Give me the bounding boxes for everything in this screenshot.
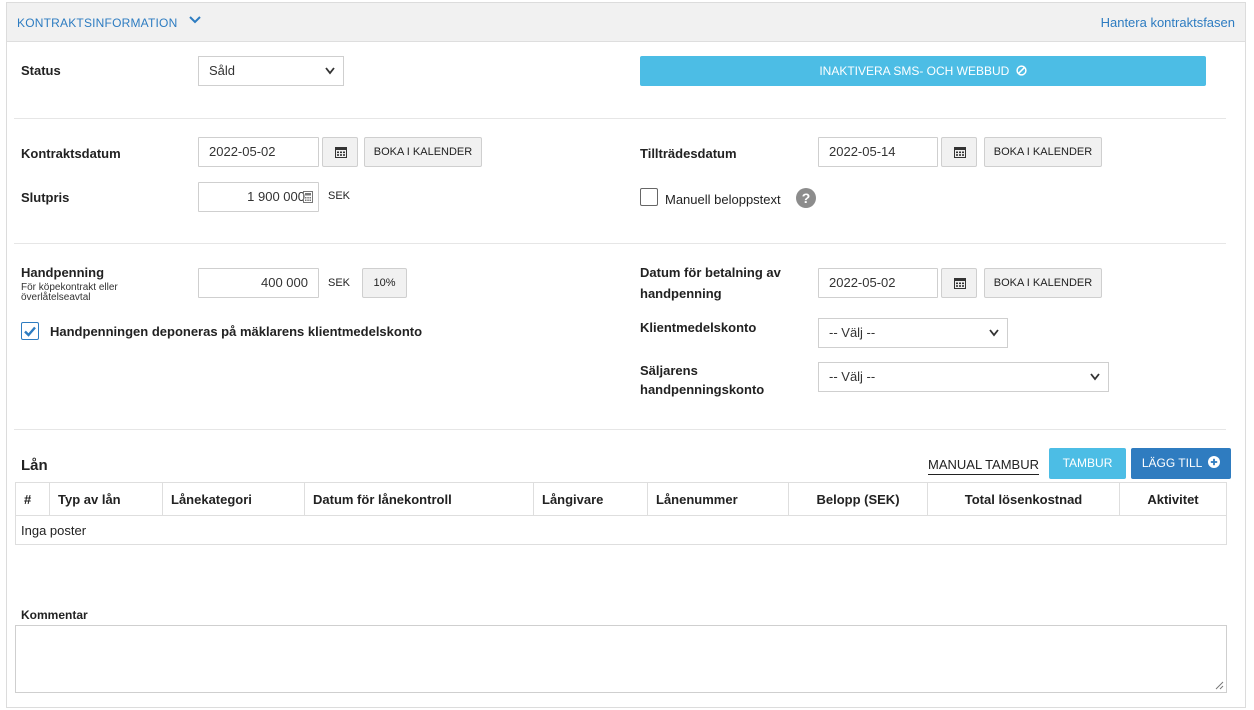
column-header[interactable]: # (15, 482, 50, 516)
price-currency: SEK (328, 190, 351, 202)
deposit-percent-button[interactable]: 10% (362, 268, 407, 298)
contract-panel: KONTRAKTSINFORMATION Hantera kontraktsfa… (6, 2, 1246, 708)
column-header[interactable]: Lånekategori (162, 482, 305, 516)
loans-table: # Typ av lån Lånekategori Datum för låne… (15, 482, 1227, 545)
deactivate-sms-web-label: INAKTIVERA SMS- OCH WEBBUD (819, 64, 1010, 78)
seller-account-select-value: -- Välj -- (829, 369, 876, 384)
deposit-payment-date-label-2: handpenning (640, 286, 722, 301)
calendar-icon (954, 147, 966, 158)
seller-account-label-2: handpenningskonto (640, 382, 765, 397)
column-header[interactable]: Långivare (533, 482, 648, 516)
divider (14, 118, 1226, 119)
manual-tambur-link[interactable]: MANUAL TAMBUR (928, 457, 1039, 475)
manage-contract-phase-link[interactable]: Hantera kontraktsfasen (1101, 15, 1235, 30)
deposit-payment-date-label-1: Datum för betalning av (640, 265, 781, 280)
status-select-value: Såld (209, 63, 236, 78)
add-loan-button[interactable]: LÄGG TILL (1131, 448, 1231, 479)
chevron-down-icon (325, 67, 335, 75)
seller-account-label-1: Säljarens (640, 363, 698, 378)
column-header[interactable]: Aktivitet (1119, 482, 1227, 516)
calendar-icon (335, 147, 347, 158)
access-date-calendar-button[interactable] (941, 137, 977, 167)
deposit-client-account-checkbox[interactable] (21, 322, 39, 340)
column-header[interactable]: Typ av lån (49, 482, 163, 516)
deposit-book-calendar-button[interactable]: BOKA I KALENDER (984, 268, 1102, 298)
status-select[interactable]: Såld (198, 56, 344, 86)
access-book-calendar-button[interactable]: BOKA I KALENDER (984, 137, 1102, 167)
deposit-client-account-label: Handpenningen deponeras på mäklarens kli… (50, 324, 423, 339)
plus-circle-icon (1208, 456, 1221, 468)
chevron-down-icon (1090, 373, 1100, 381)
resize-handle-icon[interactable] (1215, 681, 1224, 690)
ban-icon (1016, 65, 1027, 76)
table-row: Inga poster (15, 515, 1227, 545)
comment-label: Kommentar (21, 608, 88, 622)
chevron-down-icon[interactable] (188, 13, 202, 27)
client-account-label: Klientmedelskonto (640, 320, 757, 335)
checkmark-icon (24, 326, 36, 337)
divider (14, 429, 1226, 430)
loans-title: Lån (21, 457, 48, 474)
panel-header: KONTRAKTSINFORMATION Hantera kontraktsfa… (7, 3, 1245, 42)
status-label: Status (21, 63, 61, 78)
divider (14, 243, 1226, 244)
contract-book-calendar-button[interactable]: BOKA I KALENDER (364, 137, 482, 167)
table-header-row: # Typ av lån Lånekategori Datum för låne… (15, 482, 1227, 516)
contract-date-input[interactable]: 2022-05-02 (198, 137, 319, 167)
add-loan-label: LÄGG TILL (1141, 456, 1202, 470)
final-price-label: Slutpris (21, 190, 70, 205)
panel-title: KONTRAKTSINFORMATION (17, 16, 178, 30)
deposit-sublabel: För köpekontrakt eller överlåtelseavtal (21, 282, 118, 303)
contract-date-calendar-button[interactable] (322, 137, 358, 167)
deposit-label: Handpenning (21, 265, 105, 280)
empty-row-text: Inga poster (15, 515, 1227, 545)
column-header[interactable]: Total lösenkostnad (927, 482, 1120, 516)
help-icon[interactable]: ? (796, 188, 816, 208)
manual-amount-label: Manuell beloppstext (665, 192, 781, 207)
seller-account-select[interactable]: -- Välj -- (818, 362, 1109, 392)
manual-amount-checkbox[interactable] (640, 188, 658, 206)
tambur-button[interactable]: TAMBUR (1049, 448, 1126, 479)
calendar-icon (954, 278, 966, 289)
deposit-input[interactable]: 400 000 (198, 268, 319, 298)
calculator-icon[interactable] (303, 191, 313, 203)
client-account-select[interactable]: -- Välj -- (818, 318, 1008, 348)
deposit-payment-calendar-button[interactable] (941, 268, 977, 298)
deactivate-sms-web-button[interactable]: INAKTIVERA SMS- OCH WEBBUD (640, 56, 1206, 86)
access-date-input[interactable]: 2022-05-14 (818, 137, 938, 167)
comment-textarea[interactable] (15, 625, 1227, 693)
chevron-down-icon (989, 329, 999, 337)
column-header[interactable]: Belopp (SEK) (788, 482, 928, 516)
final-price-input[interactable]: 1 900 000 (198, 182, 319, 212)
access-date-label: Tillträdesdatum (640, 146, 737, 161)
column-header[interactable]: Datum för lånekontroll (304, 482, 534, 516)
contract-date-label: Kontraktsdatum (21, 146, 121, 161)
deposit-currency: SEK (328, 277, 351, 289)
client-account-select-value: -- Välj -- (829, 325, 876, 340)
deposit-payment-date-input[interactable]: 2022-05-02 (818, 268, 938, 298)
column-header[interactable]: Lånenummer (647, 482, 789, 516)
